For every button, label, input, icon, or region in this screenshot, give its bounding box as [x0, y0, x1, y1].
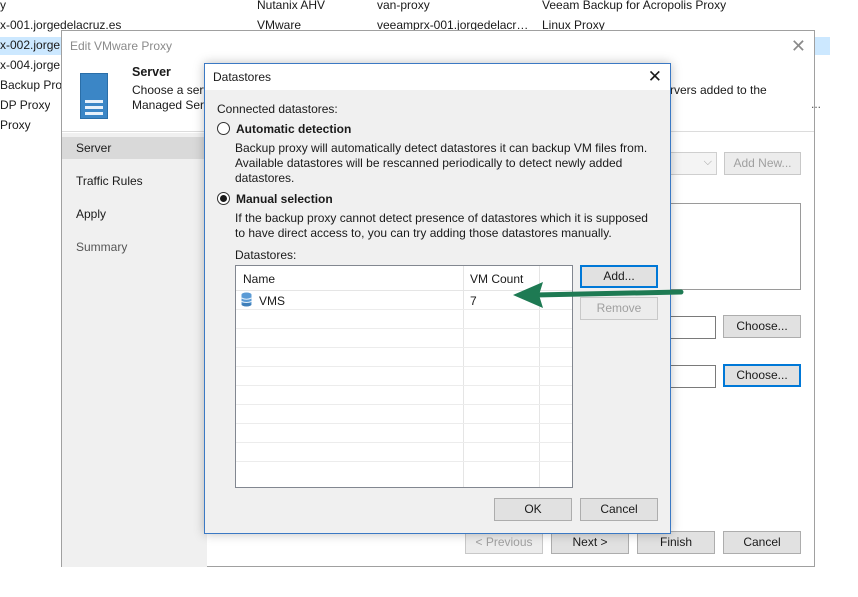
manual-selection-label[interactable]: Manual selection: [236, 192, 333, 206]
database-icon: [241, 292, 252, 307]
nav-step-traffic-rules[interactable]: Traffic Rules: [76, 174, 143, 188]
step-description: Choose a server Managed Server: [132, 83, 204, 112]
server-icon: [80, 73, 108, 119]
close-icon[interactable]: ✕: [648, 67, 662, 87]
nav-step-summary[interactable]: Summary: [76, 240, 127, 254]
datastore-vm-count: 7: [470, 294, 477, 308]
list-cell-name: x-004.jorge: [0, 58, 61, 72]
previous-button[interactable]: < Previous: [465, 531, 543, 554]
automatic-detection-label[interactable]: Automatic detection: [236, 122, 351, 136]
server-details-box: [670, 203, 801, 290]
chevron-down-icon: ⌵: [703, 156, 712, 168]
next-button[interactable]: Next >: [551, 531, 629, 554]
connected-datastores-label: Connected datastores:: [217, 102, 338, 116]
datastores-label: Datastores:: [235, 248, 297, 262]
dialog-titlebar: Datastores ✕: [205, 64, 670, 90]
ok-button[interactable]: OK: [494, 498, 572, 521]
path-field-2[interactable]: [670, 365, 716, 388]
finish-button[interactable]: Finish: [637, 531, 715, 554]
manual-selection-radio[interactable]: [217, 192, 230, 205]
list-cell-name: y: [0, 0, 6, 12]
add-new-button[interactable]: Add New...: [724, 152, 801, 175]
manual-selection-description: If the backup proxy cannot detect presen…: [235, 211, 648, 240]
dialog-cancel-button[interactable]: Cancel: [580, 498, 658, 521]
wizard-steps-nav: Server Traffic Rules Apply Summary: [62, 133, 207, 567]
step-description-continued: rvers added to the: [670, 83, 767, 97]
list-cell-name: Backup Prox: [0, 78, 69, 92]
list-cell-description: Veeam Backup for Acropolis Proxy: [542, 0, 727, 12]
nav-step-apply[interactable]: Apply: [76, 207, 106, 221]
server-dropdown[interactable]: ⌵: [670, 152, 717, 175]
list-cell-name: Proxy: [0, 118, 31, 132]
datastore-name: VMS: [259, 294, 286, 308]
list-item[interactable]: y Nutanix AHV van-proxy Veeam Backup for…: [0, 0, 858, 16]
nav-step-server[interactable]: Server: [76, 141, 111, 155]
close-icon[interactable]: ✕: [791, 36, 806, 57]
choose-button-1[interactable]: Choose...: [723, 315, 801, 338]
window-title: Edit VMware Proxy: [70, 39, 173, 53]
automatic-detection-radio[interactable]: [217, 122, 230, 135]
list-cell-name: DP Proxy: [0, 98, 51, 112]
choose-button-2[interactable]: Choose...: [723, 364, 801, 387]
arrow-left-icon: [513, 282, 684, 308]
step-title: Server: [132, 65, 171, 79]
ellipsis-text: ...: [811, 97, 822, 111]
automatic-detection-description: Backup proxy will automatically detect d…: [235, 141, 648, 185]
path-field-1[interactable]: [670, 316, 716, 339]
list-cell-host: van-proxy: [377, 0, 430, 12]
dialog-title: Datastores: [213, 70, 272, 84]
list-cell-name: x-002.jorge: [0, 38, 61, 52]
column-header-name[interactable]: Name: [243, 272, 275, 286]
list-cell-type: Nutanix AHV: [257, 0, 326, 12]
wizard-cancel-button[interactable]: Cancel: [723, 531, 801, 554]
